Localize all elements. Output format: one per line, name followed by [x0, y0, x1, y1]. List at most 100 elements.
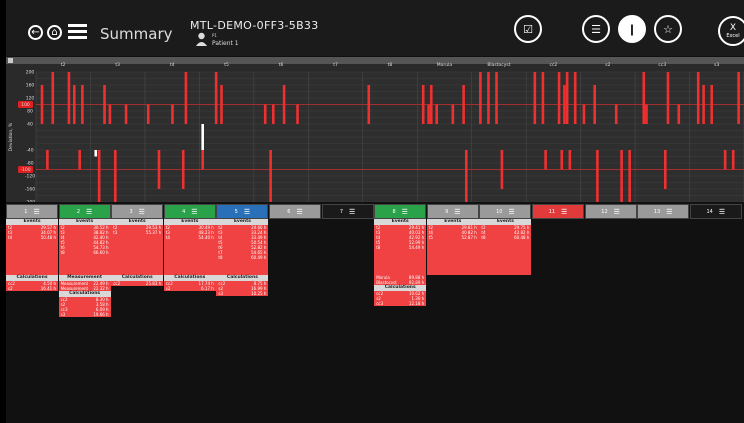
list-icon[interactable]: ☰ — [666, 208, 672, 216]
embryo-number: 7 — [339, 208, 344, 215]
column-label: t4 — [170, 62, 175, 68]
event-row[interactable]: cc3 12.18 h — [374, 301, 426, 306]
event-row[interactable]: t5 52.87 h — [427, 235, 479, 240]
column-label: s3 — [714, 62, 719, 68]
embryo-number: 14 — [706, 208, 713, 215]
embryo-column-header[interactable]: 7 ☰ — [321, 204, 374, 219]
list-icon[interactable]: ☰ — [508, 208, 514, 216]
deviation-bar — [614, 104, 618, 124]
section-block: cc2 8.75 h s2 16.99 h s3 10.25 h — [216, 281, 269, 296]
embryo-column-header[interactable]: 5 ☰ — [216, 204, 269, 219]
back-icon[interactable]: ← — [28, 25, 43, 40]
list-icon[interactable]: ☰ — [454, 208, 460, 216]
embryo-column-header[interactable]: 12 ☰ — [584, 204, 637, 219]
event-row[interactable]: t4 54.40 h — [164, 235, 216, 240]
deviation-bar — [479, 72, 482, 124]
event-row[interactable]: s2 16.41 h — [6, 286, 58, 291]
checkbox-view-button[interactable]: ☑ — [514, 15, 542, 43]
column-label: cc2 — [549, 62, 557, 68]
excel-export-button[interactable]: X Excel — [718, 16, 744, 46]
embryo-column-header[interactable]: 8 ☰ — [374, 204, 427, 219]
section-block: Measurement 22.49 h Measurement 22.32 h — [58, 281, 111, 291]
y-tick-label: -40 — [26, 148, 33, 154]
section-block: cc2 10.62 h s2 1.30 h cc3 12.18 h — [374, 291, 427, 306]
event-row[interactable]: t4 50.48 h — [6, 235, 58, 240]
list-icon[interactable]: ☰ — [191, 208, 197, 216]
menu-icon[interactable] — [68, 24, 87, 39]
column-label: t2 — [61, 62, 66, 68]
event-row[interactable]: t8 66.60 h — [59, 250, 111, 255]
deviation-bar — [269, 150, 272, 202]
embryo-column-header[interactable]: 1 ☰ — [6, 204, 58, 219]
deviation-plot: t2 t3 t4 t5 t6 t7 t8 Morula Blastocyst cc2 s2 cc3 s3… — [8, 62, 744, 202]
list-icon[interactable]: ☰ — [244, 208, 250, 216]
list-icon[interactable]: ☰ — [719, 208, 725, 216]
embryo-column-header[interactable]: 13 ☰ — [637, 204, 690, 219]
list-icon[interactable]: ☰ — [296, 208, 302, 216]
embryo-number: 1 — [24, 208, 28, 215]
deviation-bar — [710, 85, 713, 124]
embryo-column-header[interactable]: 2 ☰ — [58, 204, 111, 219]
list-icon[interactable]: ☰ — [349, 208, 355, 216]
event-value: 16.41 h — [40, 286, 56, 291]
section-block: cc2 4.50 h s2 16.41 h — [6, 281, 58, 291]
y-tick-label: 120 — [26, 96, 35, 102]
compare-button[interactable]: ☰ — [582, 15, 610, 43]
patient-sub: P1 — [212, 33, 217, 38]
deviation-bar — [114, 150, 117, 202]
event-row[interactable]: t8 60.49 h — [216, 255, 268, 260]
embryo-number: 3 — [129, 208, 133, 215]
embryo-number: 5 — [234, 208, 238, 215]
list-icon[interactable]: ☰ — [402, 208, 408, 216]
deviation-bar — [462, 85, 465, 124]
list-icon[interactable]: ☰ — [33, 208, 39, 216]
event-name: s3 — [218, 291, 224, 296]
column-label: cc3 — [658, 62, 666, 68]
deviation-bar — [451, 104, 455, 124]
event-row[interactable]: t8 60.48 h — [479, 235, 531, 240]
deviation-bar — [46, 150, 49, 170]
event-value: 52.87 h — [461, 235, 477, 240]
column-label: Blastocyst — [487, 62, 510, 68]
deviation-bar — [664, 150, 667, 189]
embryo-column-header[interactable]: 3 ☰ — [111, 204, 164, 219]
embryo-column-header[interactable]: 6 ☰ — [269, 204, 321, 219]
embryo-column-header[interactable]: 4 ☰ — [163, 204, 216, 219]
list-icon[interactable]: ☰ — [139, 208, 145, 216]
event-row[interactable]: t8 54.49 h — [374, 245, 426, 250]
deviation-bar — [220, 85, 223, 124]
user-icon — [196, 32, 207, 46]
event-value: 50.48 h — [40, 235, 56, 240]
embryo-column: 11 ☰ — [532, 204, 584, 219]
event-row[interactable]: s2 6.17 h — [164, 286, 216, 291]
embryo-column-header[interactable]: 11 ☰ — [532, 204, 584, 219]
embryo-column-header[interactable]: 10 ☰ — [479, 204, 532, 219]
event-row[interactable]: t3 55.37 h — [111, 230, 163, 235]
list-icon[interactable]: ☰ — [86, 208, 92, 216]
event-value: 25.83 h — [145, 281, 162, 286]
home-icon[interactable]: ⌂ — [47, 25, 62, 40]
deviation-bar — [723, 150, 727, 170]
page-title: Summary — [100, 25, 173, 43]
y-tick-label: 100 — [21, 102, 30, 108]
event-row[interactable]: s3 10.25 h — [216, 291, 268, 296]
list-icon[interactable]: ☰ — [614, 208, 620, 216]
deviation-bar — [181, 150, 185, 189]
deviation-bar — [541, 72, 545, 124]
embryo-column-header[interactable]: 9 ☰ — [426, 204, 479, 219]
embryo-column-header[interactable]: 14 ☰ — [689, 204, 742, 219]
event-row[interactable]: s3 19.66 h — [59, 312, 111, 317]
deviation-bar — [645, 104, 648, 124]
event-row[interactable]: cc2 25.83 h — [111, 281, 163, 286]
deviation-bar — [430, 85, 433, 124]
chart-view-button[interactable]: ❙ — [618, 15, 646, 43]
top-bar: ← ⌂ Summary MTL-DEMO-0FF3-5B33 P1 Patien… — [6, 0, 744, 56]
event-name: t8 — [218, 255, 223, 260]
star-button[interactable]: ☆ — [654, 15, 682, 43]
embryo-number: 13 — [653, 208, 661, 215]
y-tick-label: 80 — [27, 109, 33, 115]
deviation-bar — [573, 72, 577, 124]
list-icon[interactable]: ☰ — [561, 208, 567, 216]
section-block: t2 29.57 h t3 34.07 h t4 50.48 h — [6, 225, 58, 275]
embryo-column: 9 ☰ Events t2 29.81 h t4 40.82 h t5 52.87 h — [426, 204, 479, 275]
